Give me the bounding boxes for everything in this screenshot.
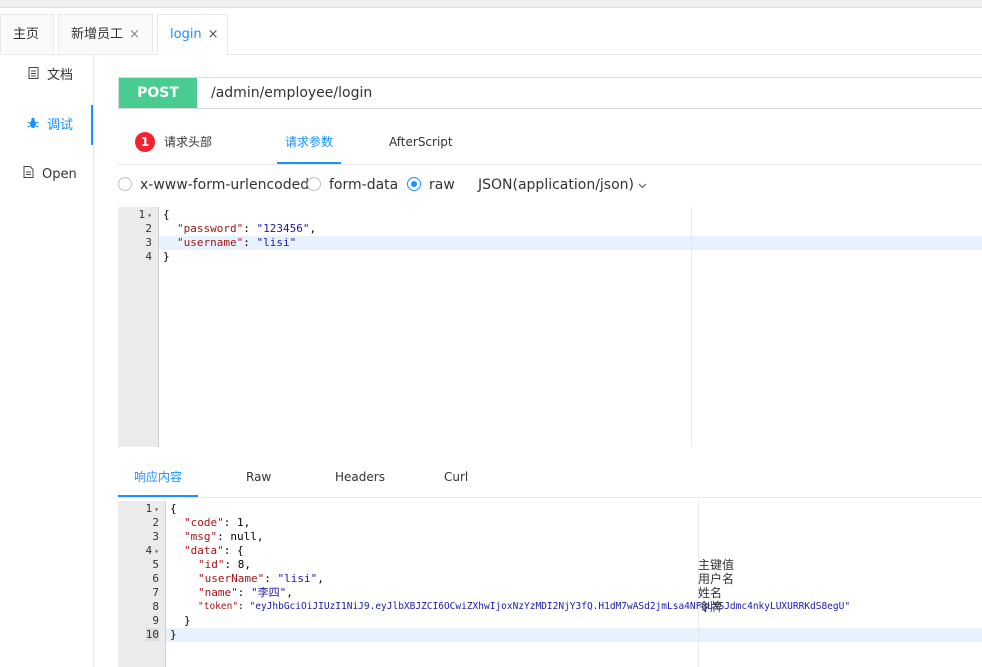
code-line: "userName": "lisi",	[198, 572, 324, 585]
code-line: "id": 8,	[198, 558, 251, 571]
header-count-badge: 1	[135, 131, 155, 152]
close-icon[interactable]: ×	[208, 27, 219, 42]
tab-request-params[interactable]: 请求参数	[277, 124, 341, 164]
radio-raw-label: raw	[429, 177, 455, 193]
line-number: 5	[152, 558, 159, 571]
line-number: 8	[152, 600, 159, 613]
radio-form-urlencoded-label: x-www-form-urlencoded	[140, 177, 310, 193]
tab-add-employee[interactable]: 新增员工 ×	[58, 14, 153, 53]
top-strip	[0, 0, 982, 8]
content-type-value: JSON(application/json)	[478, 177, 634, 193]
content-type-select[interactable]: JSON(application/json)	[478, 173, 647, 197]
close-icon[interactable]: ×	[129, 27, 140, 42]
tab-headers[interactable]: Headers	[335, 459, 385, 495]
bug-icon	[26, 105, 40, 145]
document-icon	[26, 55, 40, 95]
active-line-highlight	[166, 628, 982, 642]
field-comment: 姓名	[698, 586, 723, 600]
line-number: 4 ▾	[145, 544, 159, 557]
url-bar: POST /admin/employee/login	[118, 77, 982, 109]
tab-raw[interactable]: Raw	[246, 459, 271, 495]
tab-response-content-label: 响应内容	[133, 470, 182, 484]
field-comment: 主键值	[698, 558, 735, 572]
tab-curl-label: Curl	[444, 470, 469, 484]
sidebar-item-open-label: Open	[42, 167, 77, 182]
line-number: 4	[145, 250, 152, 263]
code-line: {	[163, 208, 170, 221]
sidebar-item-debug[interactable]: 调试	[0, 105, 93, 145]
print-margin	[691, 207, 692, 447]
tab-afterscript[interactable]: AfterScript	[389, 124, 453, 162]
fold-icon: ▾	[154, 505, 159, 514]
code-line: "password": "123456",	[177, 222, 317, 235]
tab-request-headers-label: 请求头部	[164, 135, 213, 149]
tab-add-employee-label: 新增员工	[71, 27, 124, 42]
sidebar-item-docs[interactable]: 文档	[0, 55, 93, 95]
code-line: "msg": null,	[184, 530, 264, 543]
code-line: "data": {	[184, 544, 244, 557]
tab-afterscript-label: AfterScript	[389, 135, 453, 149]
method-badge[interactable]: POST	[119, 78, 197, 108]
line-number: 10	[145, 628, 159, 641]
radio-checked-icon[interactable]	[407, 177, 421, 191]
radio-form-data[interactable]: form-data	[307, 173, 398, 197]
editor-gutter: 1 ▾ 2 3 4 ▾ 5 6 7 8 9 10	[118, 501, 166, 667]
tab-headers-label: Headers	[335, 470, 385, 484]
radio-form-data-label: form-data	[329, 177, 399, 193]
sidebar-item-open[interactable]: Open	[0, 154, 93, 194]
tab-login-label: login	[170, 27, 202, 42]
code-line: }	[170, 628, 177, 641]
tab-home-label: 主页	[13, 27, 40, 42]
code-line: {	[170, 502, 177, 515]
sidebar-item-debug-label: 调试	[47, 118, 74, 133]
fold-icon: ▾	[154, 547, 159, 556]
main-panel: POST /admin/employee/login 1 请求头部 请求参数 Af…	[94, 55, 982, 667]
tab-login[interactable]: login ×	[157, 14, 228, 55]
line-number: 7	[152, 586, 159, 599]
response-body-viewer[interactable]: 1 ▾ 2 3 4 ▾ 5 6 7 8 9 10 { "code": 1, "msg…	[118, 501, 982, 667]
code-line: }	[163, 250, 170, 263]
tab-request-params-label: 请求参数	[284, 135, 333, 149]
sidebar: 文档 调试 Open	[0, 55, 94, 667]
line-number: 6	[152, 572, 159, 585]
tab-curl[interactable]: Curl	[444, 459, 468, 495]
url-input[interactable]: /admin/employee/login	[211, 78, 372, 108]
code-line: }	[184, 614, 191, 627]
line-number: 1 ▾	[138, 208, 152, 221]
fold-icon: ▾	[147, 211, 152, 220]
page-tabs: 主页 新增员工 × login ×	[0, 12, 982, 55]
radio-icon[interactable]	[118, 177, 132, 191]
field-comment: 用户名	[698, 572, 735, 586]
body-type-selector: x-www-form-urlencoded form-data raw JSON…	[118, 173, 982, 197]
line-number: 2	[152, 516, 159, 529]
sidebar-item-docs-label: 文档	[47, 68, 74, 83]
tab-request-headers[interactable]: 1 请求头部	[135, 124, 212, 162]
tab-response-content[interactable]: 响应内容	[118, 459, 198, 497]
line-number: 2	[145, 222, 152, 235]
code-line: "name": "李四",	[198, 586, 293, 599]
radio-raw[interactable]: raw	[407, 173, 455, 197]
tab-home[interactable]: 主页	[0, 14, 54, 53]
field-comment: 令牌	[698, 600, 723, 614]
code-line: "username": "lisi"	[177, 236, 297, 249]
line-number: 9	[152, 614, 159, 627]
code-line: "code": 1,	[184, 516, 251, 529]
line-number: 3	[145, 236, 152, 249]
radio-form-urlencoded[interactable]: x-www-form-urlencoded	[118, 173, 309, 197]
request-tabs: 1 请求头部 请求参数 AfterScript	[118, 124, 982, 165]
radio-icon[interactable]	[307, 177, 321, 191]
code-line: "token": "eyJhbGciOiJIUzI1NiJ9.eyJlbXBJZ…	[198, 601, 851, 612]
line-number: 1 ▾	[145, 502, 159, 515]
editor-gutter: 1 ▾ 2 3 4	[118, 207, 159, 447]
tab-raw-label: Raw	[246, 470, 272, 484]
request-body-editor[interactable]: 1 ▾ 2 3 4 { "password": "123456", "userna…	[118, 207, 982, 447]
line-number: 3	[152, 530, 159, 543]
file-icon	[21, 154, 35, 194]
response-tabs: 响应内容 Raw Headers Curl	[118, 459, 982, 498]
chevron-down-icon	[638, 177, 647, 193]
